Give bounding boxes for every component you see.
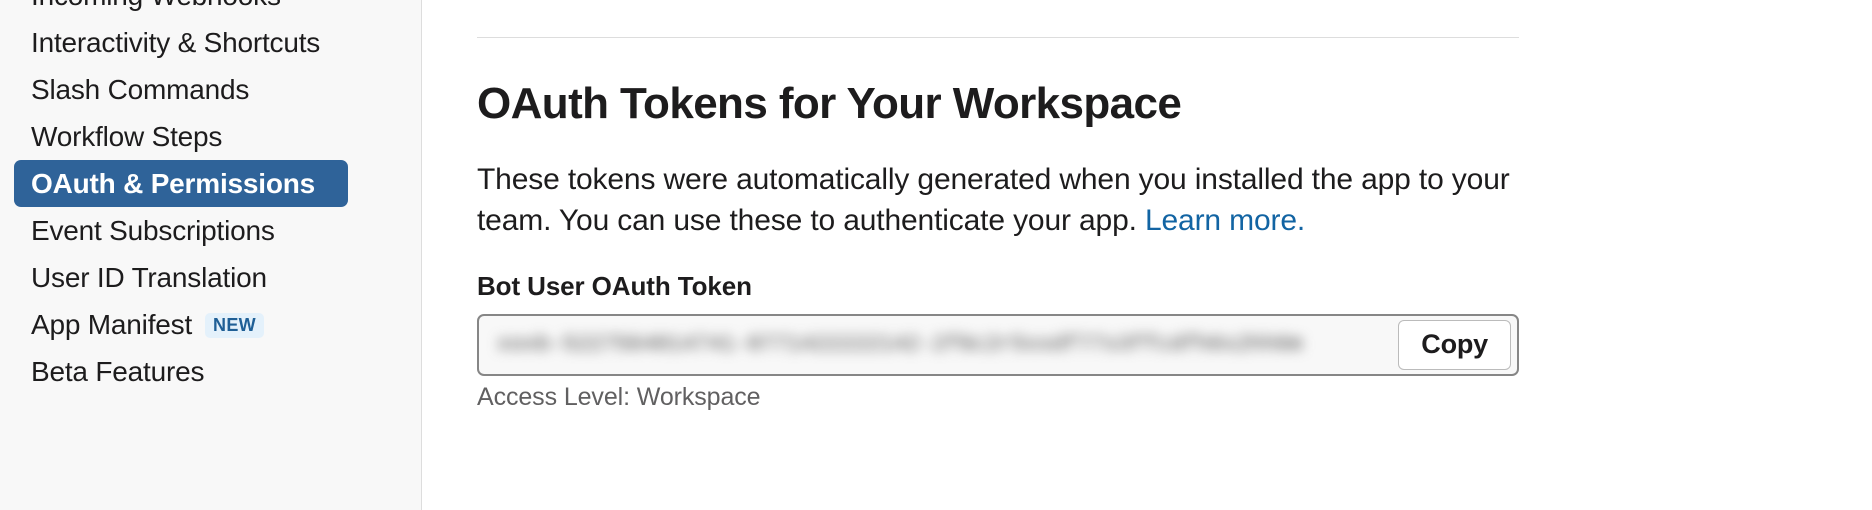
sidebar-item-user-id-translation[interactable]: User ID Translation	[14, 254, 348, 301]
main-content: OAuth Tokens for Your Workspace These to…	[422, 0, 1872, 510]
section-description: These tokens were automatically generate…	[477, 160, 1537, 242]
sidebar-item-label: Incoming Webhooks	[31, 0, 281, 10]
sidebar-item-event-subscriptions[interactable]: Event Subscriptions	[14, 207, 348, 254]
bot-user-oauth-token-field[interactable]: xoxb-5227564014741-0771422222142-2f6c2r5…	[477, 314, 1519, 376]
sidebar-item-label: OAuth & Permissions	[31, 167, 316, 199]
learn-more-link[interactable]: Learn more.	[1145, 204, 1305, 237]
sidebar-item-label: Interactivity & Shortcuts	[31, 26, 321, 58]
sidebar-item-oauth-permissions[interactable]: OAuth & Permissions	[14, 160, 348, 207]
bot-user-oauth-token-value[interactable]: xoxb-5227564014741-0771422222142-2f6c2r5…	[497, 334, 1384, 356]
sidebar-item-label: Event Subscriptions	[31, 214, 275, 246]
sidebar-item-interactivity-shortcuts[interactable]: Interactivity & Shortcuts	[14, 19, 348, 66]
section-divider	[477, 37, 1519, 38]
bot-user-oauth-token-label: Bot User OAuth Token	[477, 271, 752, 301]
sidebar-item-beta-features[interactable]: Beta Features	[14, 348, 348, 395]
sidebar-item-label: Beta Features	[31, 355, 205, 387]
sidebar: Incoming Webhooks Interactivity & Shortc…	[0, 0, 422, 510]
sidebar-item-label: Workflow Steps	[31, 120, 223, 152]
copy-button[interactable]: Copy	[1398, 320, 1511, 370]
sidebar-item-label: Slash Commands	[31, 73, 250, 105]
sidebar-item-label: User ID Translation	[31, 261, 267, 293]
sidebar-nav-list: Incoming Webhooks Interactivity & Shortc…	[0, 0, 421, 395]
sidebar-item-app-manifest[interactable]: App Manifest NEW	[14, 301, 348, 348]
access-level-text: Access Level: Workspace	[477, 383, 761, 411]
sidebar-item-workflow-steps[interactable]: Workflow Steps	[14, 113, 348, 160]
sidebar-item-incoming-webhooks[interactable]: Incoming Webhooks	[14, 0, 348, 19]
sidebar-item-label: App Manifest	[31, 308, 193, 340]
main-content-inner: OAuth Tokens for Your Workspace These to…	[477, 0, 1872, 510]
status-badge-new: NEW	[205, 313, 264, 338]
page-title: OAuth Tokens for Your Workspace	[477, 79, 1182, 128]
sidebar-item-slash-commands[interactable]: Slash Commands	[14, 66, 348, 113]
app-shell: Incoming Webhooks Interactivity & Shortc…	[0, 0, 1872, 510]
section-description-text: These tokens were automatically generate…	[477, 163, 1510, 237]
